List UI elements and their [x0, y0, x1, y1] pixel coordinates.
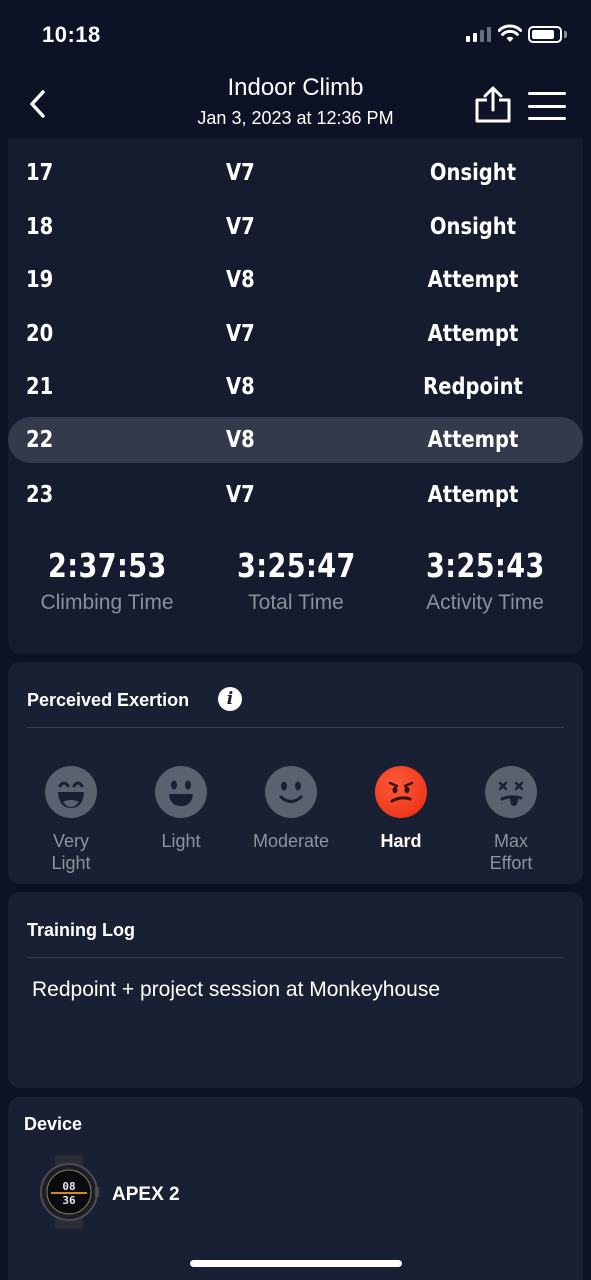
climb-type: Attempt	[427, 267, 519, 293]
divider	[27, 957, 564, 958]
climb-row-selected[interactable]: 22 V8 Attempt	[8, 417, 583, 463]
climb-type: Attempt	[427, 482, 519, 508]
stat-label: Total Time	[248, 591, 344, 614]
battery-icon	[528, 26, 562, 43]
battery-cap	[564, 31, 567, 38]
total-time-stat: 3:25:47 Total Time	[201, 546, 391, 615]
exertion-label: Moderate	[236, 830, 346, 852]
hamburger-line-icon	[528, 104, 566, 108]
climb-row[interactable]: 19 V8 Attempt	[8, 257, 583, 303]
max-effort-face-icon	[485, 766, 537, 818]
hard-face-icon	[375, 766, 427, 818]
stat-label: Activity Time	[426, 591, 544, 614]
section-title: Device	[24, 1114, 83, 1134]
exertion-label-line: Hard	[380, 831, 422, 851]
exertion-hard[interactable]: Hard	[346, 766, 456, 852]
hamburger-line-icon	[528, 117, 566, 120]
exertion-moderate[interactable]: Moderate	[236, 766, 346, 852]
climb-number: 22	[26, 427, 54, 453]
climb-row[interactable]: 18 V7 Onsight	[8, 204, 583, 250]
training-log-text[interactable]: Redpoint + project session at Monkeyhous…	[32, 978, 440, 1002]
climb-number: 20	[26, 321, 54, 347]
climb-row[interactable]: 17 V7 Onsight	[8, 150, 583, 196]
exertion-label-line: Very	[52, 831, 90, 851]
home-indicator[interactable]	[190, 1260, 402, 1267]
exertion-label-line: Max	[493, 831, 528, 851]
stat-value: 3:25:43	[425, 546, 545, 585]
climb-number: 18	[26, 214, 54, 240]
cellular-signal-icon	[466, 27, 491, 42]
climb-number: 21	[26, 374, 54, 400]
climb-type: Attempt	[427, 321, 519, 347]
watch-icon: 08 36	[39, 1155, 99, 1229]
stat-label: Climbing Time	[40, 591, 174, 614]
exertion-label: Light	[126, 830, 236, 852]
climb-type: Attempt	[427, 427, 519, 453]
share-button[interactable]	[474, 86, 512, 124]
climb-grade: V7	[226, 482, 255, 508]
climb-row[interactable]: 23 V7 Attempt	[8, 472, 583, 518]
exertion-label: Max Effort	[456, 830, 566, 874]
watch-face-top: 08	[62, 1180, 75, 1193]
hamburger-line-icon	[528, 92, 566, 95]
moderate-face-icon	[265, 766, 317, 818]
climb-type: Redpoint	[423, 374, 523, 400]
climb-grade: V8	[226, 374, 255, 400]
activity-time-stat: 3:25:43 Activity Time	[390, 546, 580, 615]
menu-button[interactable]	[528, 92, 566, 120]
exertion-light[interactable]: Light	[126, 766, 236, 852]
climb-type: Onsight	[429, 214, 517, 240]
status-time: 10:18	[42, 22, 101, 47]
climb-row[interactable]: 20 V7 Attempt	[8, 311, 583, 357]
climb-row[interactable]: 21 V8 Redpoint	[8, 364, 583, 410]
stat-value: 2:37:53	[47, 546, 167, 585]
exertion-max-effort[interactable]: Max Effort	[456, 766, 566, 874]
device-name[interactable]: APEX 2	[112, 1184, 180, 1206]
climbing-time-stat: 2:37:53 Climbing Time	[12, 546, 202, 615]
climb-grade: V7	[226, 160, 255, 186]
section-title: Training Log	[27, 920, 135, 940]
section-title: Perceived Exertion	[27, 690, 190, 710]
device-card: Device 08 36 APEX 2	[8, 1097, 583, 1280]
climb-grade: V7	[226, 321, 255, 347]
climb-grade: V8	[226, 267, 255, 293]
climb-number: 23	[26, 482, 54, 508]
exertion-label: Very Light	[16, 830, 126, 874]
exertion-label-line: Light	[161, 831, 201, 851]
nav-header: Indoor Climb Jan 3, 2023 at 12:36 PM	[0, 70, 591, 138]
climb-number: 19	[26, 267, 54, 293]
perceived-exertion-card: Perceived Exertion i Very Light Light Mo…	[8, 662, 583, 884]
training-log-card[interactable]: Training Log Redpoint + project session …	[8, 892, 583, 1088]
share-icon	[475, 86, 511, 123]
exertion-very-light[interactable]: Very Light	[16, 766, 126, 874]
exertion-label: Hard	[346, 830, 456, 852]
exertion-label-line: Light	[51, 853, 91, 873]
climbs-card: 17 V7 Onsight 18 V7 Onsight 19 V8 Attemp…	[8, 138, 583, 654]
divider	[27, 727, 564, 728]
climb-number: 17	[26, 160, 54, 186]
very-light-face-icon	[45, 766, 97, 818]
light-face-icon	[155, 766, 207, 818]
climb-type: Onsight	[429, 160, 517, 186]
stat-value: 3:25:47	[236, 546, 356, 585]
wifi-icon	[498, 24, 522, 42]
exertion-label-line: Effort	[489, 853, 533, 873]
watch-face-bottom: 36	[62, 1194, 76, 1207]
climb-grade: V8	[226, 427, 255, 453]
exertion-label-line: Moderate	[252, 831, 330, 851]
status-bar: 10:18	[0, 0, 591, 70]
info-icon[interactable]: i	[218, 687, 242, 711]
climb-grade: V7	[226, 214, 255, 240]
